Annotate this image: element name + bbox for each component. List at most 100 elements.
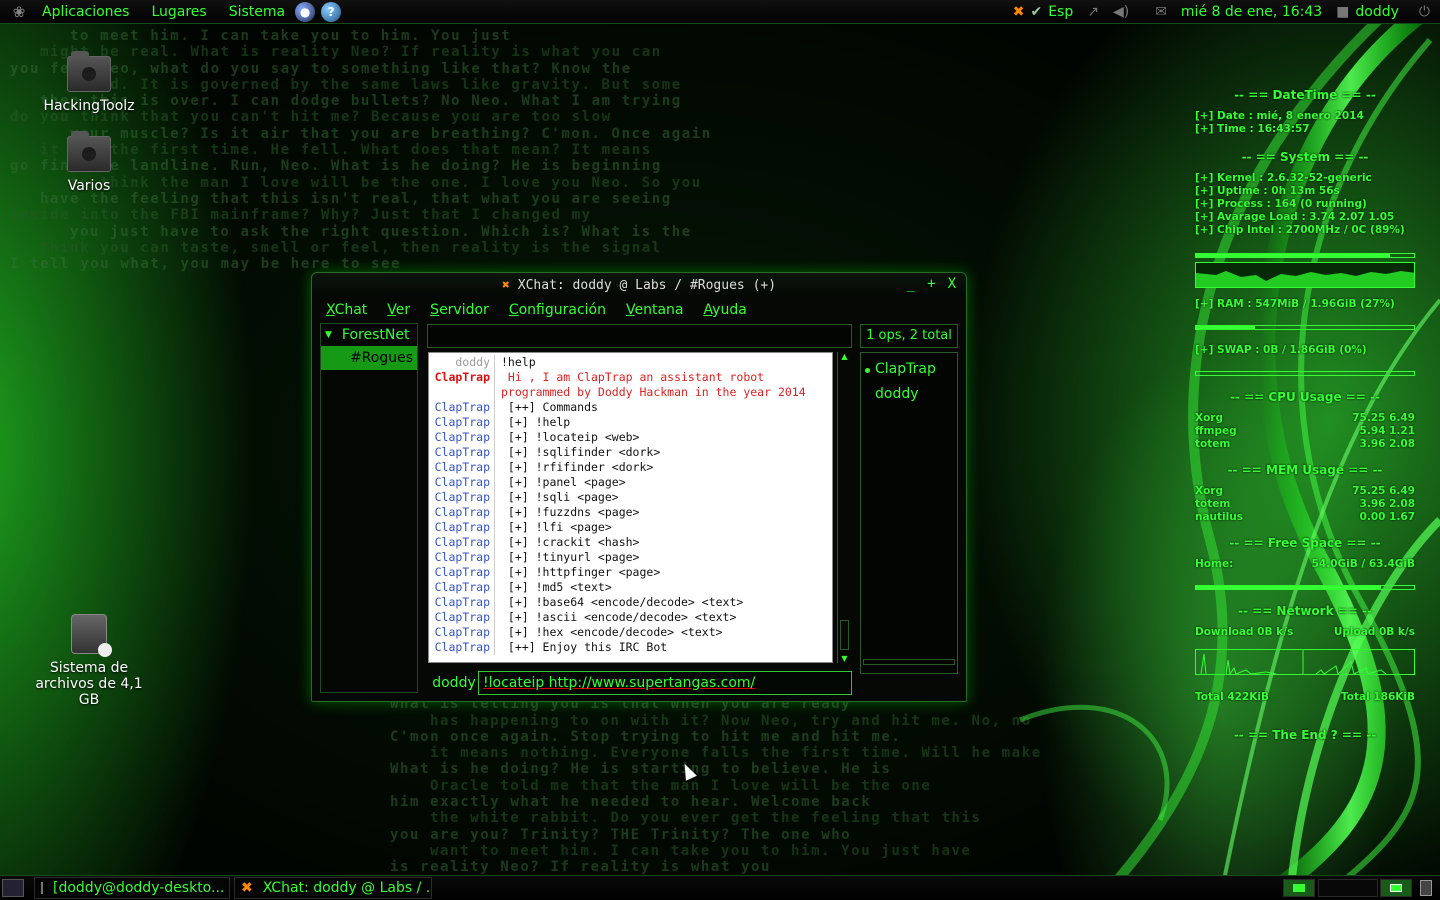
menu-aplicaciones[interactable]: Aplicaciones [42, 4, 129, 20]
scroll-up-icon[interactable]: ▲ [838, 352, 851, 361]
chat-message: !help [501, 355, 536, 369]
taskbar-item-xchat[interactable]: ✖ XChat: doddy @ Labs / ... [234, 877, 432, 899]
conky-home-space: Home: 54.0GiB / 63.4GiB [1195, 558, 1415, 570]
minimize-button[interactable]: _ [907, 276, 915, 292]
chat-message: [+] !help [501, 415, 571, 429]
help-icon[interactable]: ? [321, 1, 342, 22]
chat-scrollbar[interactable]: ▲ ▼ [837, 352, 851, 663]
workspace-2[interactable] [1318, 879, 1378, 897]
menu-xchat[interactable]: XChat [326, 302, 367, 318]
chat-line: ClapTrap [+] !crackit <hash> [429, 535, 832, 550]
message-input[interactable]: !locateip http://www.supertangas.com/ [478, 671, 852, 695]
show-desktop-icon[interactable] [2, 879, 24, 897]
chat-line: doddy !help [429, 355, 832, 370]
user-list-item-doddy[interactable]: doddy [861, 382, 957, 407]
conky-datetime-header: -- == DateTime == -- [1234, 88, 1376, 102]
conky-chip: [+] Chip Intel : 2700MHz / 0C (89%) [1195, 224, 1405, 236]
workspace-3[interactable] [1380, 879, 1412, 897]
clock[interactable]: mié 8 de ene, 16:43 [1181, 4, 1322, 20]
user-menu[interactable]: doddy [1355, 4, 1399, 20]
conky-mem-proc: Xorg 75.25 6.49 [1195, 485, 1415, 497]
chat-nick[interactable]: ClapTrap [429, 475, 495, 490]
gnome-foot-icon[interactable]: ❀ [10, 3, 28, 21]
menu-servidor[interactable]: Servidor [430, 302, 489, 318]
xchat-icon: ✖ [241, 880, 253, 896]
chat-message: [+] !httpfinger <page> [501, 565, 661, 579]
desktop-icon-filesystem[interactable]: Sistema de archivos de 4,1 GB [14, 614, 164, 708]
xchat-menubar: XChat Ver Servidor Configuración Ventana… [312, 297, 966, 323]
chat-line: ClapTrap [+] !lfi <page> [429, 520, 832, 535]
maximize-button[interactable]: + [927, 276, 935, 292]
trash-icon[interactable] [1420, 880, 1432, 896]
mail-icon[interactable]: ✉ [1155, 4, 1167, 20]
chat-nick[interactable]: ClapTrap [429, 610, 495, 625]
menu-ver[interactable]: Ver [387, 302, 410, 318]
tree-network-forestnet[interactable]: ▼ ForestNet [321, 324, 417, 346]
workspace-1[interactable] [1283, 879, 1315, 897]
keyboard-layout-indicator[interactable]: Esp [1048, 4, 1073, 20]
chat-message: [+] !panel <page> [501, 475, 626, 489]
chat-line: ClapTrap [+] !panel <page> [429, 475, 832, 490]
chat-line: ClapTrap [+] !hex <encode/decode> <text> [429, 625, 832, 640]
chat-nick[interactable]: ClapTrap [429, 400, 495, 415]
update-notifier-icon[interactable]: ✔ [1030, 4, 1042, 20]
browser-launcher-icon[interactable]: ● [295, 1, 316, 22]
menu-ventana[interactable]: Ventana [626, 302, 684, 318]
volume-icon[interactable]: ◀) [1113, 4, 1129, 20]
close-button[interactable]: X [948, 276, 956, 292]
conky-network-header: -- == Network == -- [1238, 604, 1372, 618]
conky-system-header: -- == System == -- [1241, 150, 1369, 164]
chat-nick[interactable]: ClapTrap [429, 505, 495, 520]
chat-message: Hi , I am ClapTrap an assistant robot [501, 370, 765, 384]
chat-line: ClapTrap [+] !sqli <page> [429, 490, 832, 505]
chat-nick[interactable]: ClapTrap [429, 595, 495, 610]
chat-nick[interactable]: ClapTrap [429, 430, 495, 445]
chat-message: programmed by Doddy Hackman in the year … [501, 385, 806, 399]
collapse-arrow-icon[interactable]: ▼ [325, 330, 332, 340]
scroll-thumb[interactable] [840, 620, 849, 650]
chat-nick[interactable]: ClapTrap [429, 490, 495, 505]
chat-nick[interactable]: ClapTrap [429, 640, 495, 655]
chat-nick[interactable]: ClapTrap [429, 565, 495, 580]
user-list-item-claptrap[interactable]: ClapTrap [861, 357, 957, 382]
conky-cpu-graph [1195, 262, 1415, 288]
chat-nick[interactable]: ClapTrap [429, 580, 495, 595]
power-icon[interactable]: ⏻ [1419, 4, 1430, 20]
conky-kernel: [+] Kernel : 2.6.32-52-generic [1195, 172, 1372, 184]
scroll-down-icon[interactable]: ▼ [838, 654, 851, 663]
taskbar-item-terminal[interactable]: [doddy@doddy-deskto... [34, 877, 230, 899]
chat-nick[interactable]: doddy [429, 355, 495, 370]
chat-nick[interactable]: ClapTrap [429, 445, 495, 460]
chat-nick[interactable]: ClapTrap [429, 520, 495, 535]
desktop-icon-hackingtoolz[interactable]: HackingToolz [14, 51, 164, 114]
chat-nick[interactable]: ClapTrap [429, 625, 495, 640]
network-icon[interactable]: ↗ [1087, 4, 1099, 20]
conky-end-header: -- == The End ? == -- [1233, 728, 1377, 742]
nick-button[interactable]: doddy [428, 671, 480, 695]
chat-nick[interactable]: ClapTrap [429, 535, 495, 550]
conky-load: [+] Avarage Load : 3.74 2.07 1.05 [1195, 211, 1395, 223]
xchat-titlebar[interactable]: ✖ XChat: doddy @ Labs / #Rogues (+) _ + … [312, 273, 966, 297]
chat-nick[interactable]: ClapTrap [429, 550, 495, 565]
menu-ayuda[interactable]: Ayuda [704, 302, 747, 318]
desktop-icon-varios[interactable]: Varios [14, 131, 164, 194]
menu-configuracion[interactable]: Configuración [509, 302, 606, 318]
chat-nick[interactable]: ClapTrap [429, 460, 495, 475]
user-list: ClapTrap doddy [860, 352, 958, 674]
topic-field[interactable] [427, 324, 852, 348]
xchat-tray-icon[interactable]: ✖ [1013, 4, 1025, 20]
chat-status-icon[interactable]: ■ [1336, 4, 1349, 20]
chat-nick[interactable]: ClapTrap [429, 415, 495, 430]
user-list-hscroll[interactable] [863, 659, 955, 665]
chat-message: [+] !sqli <page> [501, 490, 619, 504]
chat-message: [+] !rfifinder <dork> [501, 460, 654, 474]
chat-nick[interactable] [429, 385, 495, 400]
menu-sistema[interactable]: Sistema [229, 4, 285, 20]
conky-free-space-header: -- == Free Space == -- [1229, 536, 1381, 550]
chat-nick[interactable]: ClapTrap [429, 370, 495, 385]
chat-message: [+] !tinyurl <page> [501, 550, 640, 564]
tree-channel-rogues[interactable]: #Rogues [321, 346, 417, 370]
menu-lugares[interactable]: Lugares [151, 4, 206, 20]
chat-line: ClapTrap [+] !fuzzdns <page> [429, 505, 832, 520]
chat-text-area[interactable]: doddy !help ClapTrap Hi , I am ClapTrap an… [428, 352, 833, 663]
